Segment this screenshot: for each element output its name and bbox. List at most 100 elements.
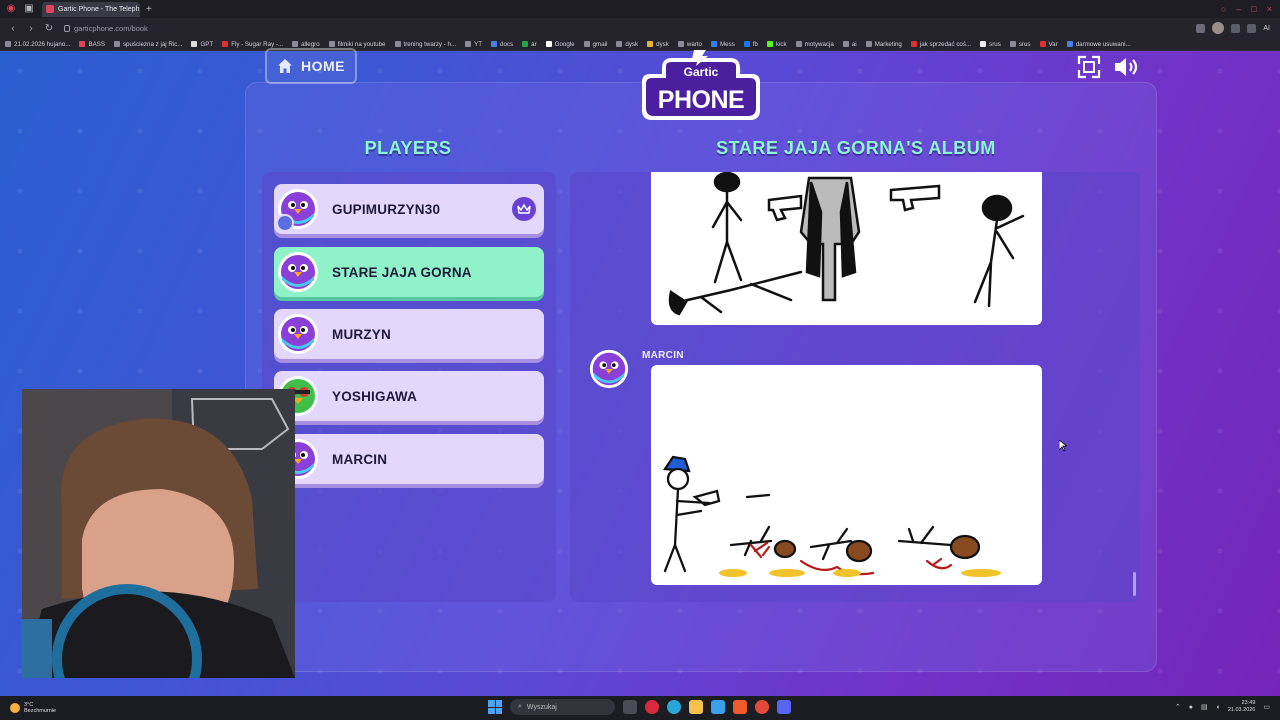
back-icon[interactable]: ‹	[8, 23, 18, 34]
players-list: GUPIMURZYN30 STARE JAJA GORNA MURZYN YOS…	[262, 172, 556, 602]
player-name: GUPIMURZYN30	[332, 201, 441, 217]
extension-icon[interactable]	[1196, 23, 1206, 33]
chrome-icon[interactable]	[755, 700, 769, 714]
player-avatar-icon	[278, 314, 318, 354]
system-tray: ⌃ ● ▤ ◖ 23:49 21.03.2026 ▭	[1175, 700, 1270, 714]
album-area[interactable]: MARCIN	[570, 172, 1140, 602]
taskbar-apps: ⌕ Wyszukaj	[488, 699, 791, 715]
bookmark-item[interactable]: ar	[522, 41, 537, 48]
tab-workspace-icon[interactable]: ▣	[22, 2, 36, 16]
player-item[interactable]: GUPIMURZYN30	[274, 184, 544, 234]
bookmark-item[interactable]: Mess	[711, 41, 735, 48]
tray-chevron-icon[interactable]: ⌃	[1175, 703, 1181, 711]
moon-icon	[10, 703, 20, 713]
snapshot-icon[interactable]	[1247, 23, 1257, 33]
edge-icon[interactable]	[667, 700, 681, 714]
bookmark-item[interactable]: dysk	[647, 41, 669, 48]
lock-icon	[64, 24, 70, 32]
maximize-icon[interactable]: □	[1251, 4, 1256, 14]
mouse-cursor-icon	[1059, 440, 1067, 452]
home-button[interactable]: HOME	[265, 48, 357, 84]
svg-text:PHONE: PHONE	[658, 86, 744, 114]
host-badge-icon	[276, 214, 294, 232]
forward-icon[interactable]: ›	[26, 23, 36, 34]
bookmark-item[interactable]: 21.02.2026 hujano...	[5, 41, 70, 48]
bookmark-item[interactable]: gmail	[583, 41, 607, 48]
bookmark-item[interactable]: spuściezna z jaj Ric...	[113, 41, 182, 48]
bookmark-item[interactable]: warto	[677, 41, 702, 48]
bookmark-item[interactable]: srus	[980, 41, 1001, 48]
bookmark-item[interactable]: fb	[743, 41, 758, 48]
bookmark-item[interactable]: Google	[545, 41, 575, 48]
bookmark-item[interactable]: YT	[465, 41, 482, 48]
opera-icon[interactable]	[645, 700, 659, 714]
task-view-icon[interactable]	[623, 700, 637, 714]
close-tab-icon[interactable]: ×	[139, 5, 140, 14]
search-tabs-icon[interactable]: ○	[1221, 4, 1226, 14]
bookmark-item[interactable]: ai	[842, 41, 857, 48]
player-name: MURZYN	[332, 326, 391, 342]
search-icon: ⌕	[518, 703, 522, 710]
player-name: YOSHIGAWA	[332, 388, 418, 404]
players-heading: PLAYERS	[364, 138, 452, 158]
brave-icon[interactable]	[733, 700, 747, 714]
browser-tab-bar: ◉ ▣ Gartic Phone - The Teleph × + ○ – □ …	[0, 0, 1280, 18]
bookmark-item[interactable]: dysk	[616, 41, 638, 48]
volume-tray-icon[interactable]: ◖	[1216, 704, 1220, 711]
clock[interactable]: 23:49 21.03.2026	[1228, 700, 1256, 714]
crown-icon	[512, 197, 536, 221]
ai-label[interactable]: AI	[1263, 25, 1270, 32]
gartic-favicon-icon	[46, 5, 54, 13]
album-drawing-2	[651, 365, 1042, 585]
bookmark-item[interactable]: trening twarzy - h...	[394, 41, 456, 48]
album-author-name: MARCIN	[642, 350, 684, 361]
microphone-icon[interactable]: ●	[1189, 704, 1193, 711]
bookmark-item[interactable]: Var	[1039, 41, 1058, 48]
bookmark-item[interactable]: srus	[1009, 41, 1031, 48]
bookmark-item[interactable]: filmiki na youtube	[328, 41, 386, 48]
album-drawing-1	[651, 172, 1042, 325]
close-window-icon[interactable]: ×	[1267, 4, 1272, 14]
new-tab-button[interactable]: +	[146, 4, 152, 15]
extension-area: AI	[1196, 22, 1270, 34]
svg-text:Gartic: Gartic	[684, 65, 719, 79]
file-explorer-icon[interactable]	[689, 700, 703, 714]
search-placeholder: Wyszukaj	[526, 703, 557, 711]
player-item-active[interactable]: STARE JAJA GORNA	[274, 247, 544, 297]
volume-icon[interactable]	[1113, 55, 1141, 79]
windows-start-icon[interactable]	[488, 700, 502, 714]
taskbar-search[interactable]: ⌕ Wyszukaj	[510, 699, 615, 715]
discord-icon[interactable]	[777, 700, 791, 714]
bookmark-item[interactable]: kick	[766, 41, 787, 48]
minimize-icon[interactable]: –	[1236, 4, 1241, 14]
bookmark-item[interactable]: docs	[491, 41, 513, 48]
clock-time: 23:49	[1241, 700, 1256, 706]
url-field[interactable]: garticphone.com/book	[64, 24, 148, 33]
player-item[interactable]: MURZYN	[274, 309, 544, 359]
notepad-icon[interactable]	[711, 700, 725, 714]
bookmark-item[interactable]: Fly - Sugar Ray -...	[222, 41, 283, 48]
notifications-icon[interactable]: ▭	[1263, 703, 1270, 711]
player-name: STARE JAJA GORNA	[332, 264, 472, 280]
bookmark-item[interactable]: GPT	[191, 41, 213, 48]
fullscreen-icon[interactable]	[1077, 55, 1101, 79]
album-scrollbar[interactable]	[1133, 572, 1136, 596]
bookmark-item[interactable]: BASS	[79, 41, 105, 48]
tab-title: Gartic Phone - The Teleph	[58, 5, 140, 13]
browser-tab-gartic[interactable]: Gartic Phone - The Teleph ×	[42, 1, 140, 17]
reload-icon[interactable]: ↻	[44, 23, 54, 34]
bookmark-item[interactable]: allegro	[292, 41, 320, 48]
bookmark-item[interactable]: darmowe usuwani...	[1066, 41, 1131, 48]
bookmark-item[interactable]: Marketing	[865, 41, 902, 48]
bookmark-item[interactable]: motywacja	[795, 41, 834, 48]
download-icon[interactable]	[1231, 23, 1241, 33]
bookmark-item[interactable]: jak sprzedać coś...	[910, 41, 971, 48]
player-item[interactable]: MARCIN	[274, 434, 544, 484]
home-icon	[278, 59, 292, 73]
opera-menu-icon[interactable]: ◉	[4, 2, 18, 16]
network-icon[interactable]: ▤	[1201, 703, 1208, 711]
weather-widget[interactable]: 3°C Bezchmurnie	[10, 702, 56, 714]
profile-avatar[interactable]	[1212, 22, 1225, 34]
player-item[interactable]: YOSHIGAWA	[274, 371, 544, 421]
clock-date: 21.03.2026	[1227, 707, 1256, 713]
